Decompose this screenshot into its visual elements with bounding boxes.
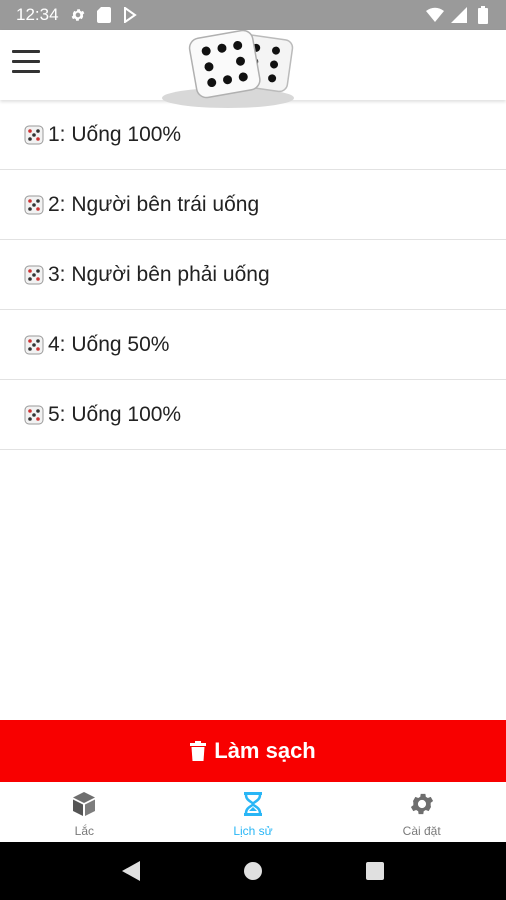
system-navigation-bar (0, 842, 506, 900)
dice-icon (24, 265, 44, 284)
home-icon[interactable] (238, 856, 268, 886)
list-item-label: 4: Uống 50% (48, 332, 170, 356)
dice-logo (162, 30, 294, 108)
status-time: 12:34 (16, 5, 59, 24)
tab-history[interactable]: Lịch sử (169, 782, 338, 842)
list-item-label: 1: Uống 100% (48, 122, 182, 146)
clear-history-label: Làm sạch (214, 738, 316, 763)
hamburger-icon[interactable] (12, 50, 42, 76)
dice-icon (24, 125, 44, 144)
wifi-icon (426, 6, 444, 24)
tab-shake-label: Lắc (74, 824, 95, 838)
tab-history-label: Lịch sử (233, 824, 273, 838)
dice-icon (24, 195, 44, 214)
back-icon[interactable] (116, 856, 146, 886)
battery-icon (474, 6, 492, 24)
hourglass-icon (244, 792, 262, 816)
cube-icon (73, 792, 96, 816)
status-bar: 12:34 (0, 0, 506, 30)
list-item[interactable]: 3: Người bên phải uống (0, 240, 506, 310)
app-bar (0, 30, 506, 108)
list-item[interactable]: 4: Uống 50% (0, 310, 506, 380)
tab-settings-label: Cài đặt (402, 824, 441, 838)
list-item[interactable]: 1: Uống 100% (0, 100, 506, 170)
list-item[interactable]: 2: Người bên trái uống (0, 170, 506, 240)
dice-icon (24, 405, 44, 424)
list-item-label: 3: Người bên phải uống (48, 262, 270, 286)
dice-icon (24, 335, 44, 354)
clear-history-button[interactable]: Làm sạch (0, 720, 506, 782)
tab-shake[interactable]: Lắc (0, 782, 169, 842)
list-item-label: 5: Uống 100% (48, 402, 182, 426)
bottom-navigation: Lắc Lịch sử Cài đặt (0, 782, 506, 842)
signal-icon (450, 6, 468, 24)
settings-icon (410, 793, 433, 815)
recents-icon[interactable] (360, 856, 390, 886)
tab-settings[interactable]: Cài đặt (337, 782, 506, 842)
history-list: 1: Uống 100% 2: Người bên trái uống 3: N… (0, 100, 506, 450)
gear-icon (69, 6, 87, 24)
list-item-label: 2: Người bên trái uống (48, 192, 260, 216)
sd-card-icon (95, 6, 113, 24)
trash-icon (190, 741, 207, 761)
list-item[interactable]: 5: Uống 100% (0, 380, 506, 450)
status-right-icons (420, 6, 492, 24)
play-store-icon (121, 6, 139, 24)
